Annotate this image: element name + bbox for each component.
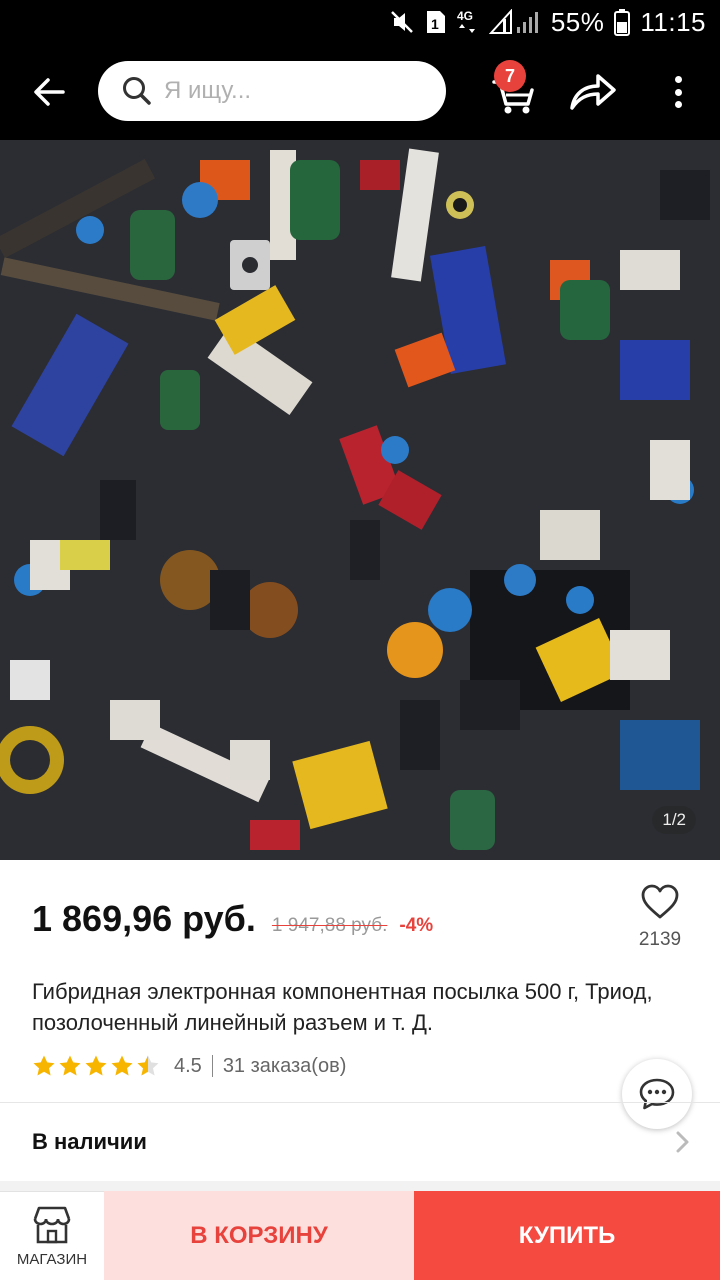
price-row: 1 869,96 руб. 1 947,88 руб. -4% (32, 898, 433, 948)
heart-icon (641, 884, 679, 919)
product-title: Гибридная электронная компонентная посыл… (32, 979, 653, 1035)
cart-count-badge: 7 (494, 60, 526, 92)
rating-stars (32, 1054, 160, 1078)
svg-text:1: 1 (431, 16, 439, 32)
store-icon (33, 1206, 71, 1243)
old-price: 1 947,88 руб. (271, 915, 388, 936)
back-arrow-icon (34, 78, 65, 106)
search-icon (123, 77, 151, 105)
mute-icon (389, 9, 415, 35)
image-counter: 1/2 (652, 806, 696, 834)
svg-text:4G: 4G (457, 9, 473, 23)
chevron-right-icon (676, 1131, 689, 1153)
battery-percent: 55% (550, 6, 605, 37)
search-input[interactable] (164, 77, 424, 105)
search-bar[interactable] (98, 61, 446, 121)
star-icon (33, 1055, 55, 1076)
separator (211, 1055, 213, 1077)
rating-value: 4.5 (174, 1054, 202, 1077)
section-gap (0, 1181, 720, 1191)
status-bar: 1 4G 55% 11:15 (0, 0, 720, 44)
half-star-icon (137, 1055, 159, 1076)
discount-badge: -4% (399, 915, 434, 936)
store-button[interactable]: МАГАЗИН (0, 1191, 104, 1280)
star-icon (85, 1055, 107, 1076)
product-photo (0, 140, 720, 860)
availability-row[interactable]: В наличии (0, 1103, 720, 1181)
signal-icon (488, 9, 541, 35)
back-button[interactable] (24, 72, 74, 112)
bottom-action-bar: МАГАЗИН В КОРЗИНУ КУПИТЬ (0, 1191, 720, 1280)
battery-icon (614, 8, 631, 36)
wishlist-count: 2139 (638, 929, 682, 950)
product-image[interactable] (0, 140, 720, 860)
star-icon (111, 1055, 133, 1076)
sim-icon: 1 (425, 9, 447, 35)
share-button[interactable] (566, 70, 618, 114)
share-icon (570, 74, 616, 110)
rating-row[interactable]: 4.5 31 заказа(ов) (32, 1050, 346, 1082)
availability-label: В наличии (32, 1129, 147, 1154)
star-icon (59, 1055, 81, 1076)
buy-now-button[interactable]: КУПИТЬ (414, 1191, 720, 1280)
clock: 11:15 (640, 6, 706, 37)
add-to-cart-button[interactable]: В КОРЗИНУ (104, 1191, 414, 1280)
orders-count: 31 заказа(ов) (222, 1054, 347, 1077)
store-label: МАГАЗИН (16, 1250, 88, 1268)
network-type-label: 4G (457, 7, 479, 37)
wishlist-button[interactable]: 2139 (630, 884, 690, 951)
current-price: 1 869,96 руб. (32, 898, 256, 939)
more-button[interactable] (660, 70, 696, 114)
more-icon (674, 76, 682, 83)
top-bar: 7 (0, 44, 720, 140)
